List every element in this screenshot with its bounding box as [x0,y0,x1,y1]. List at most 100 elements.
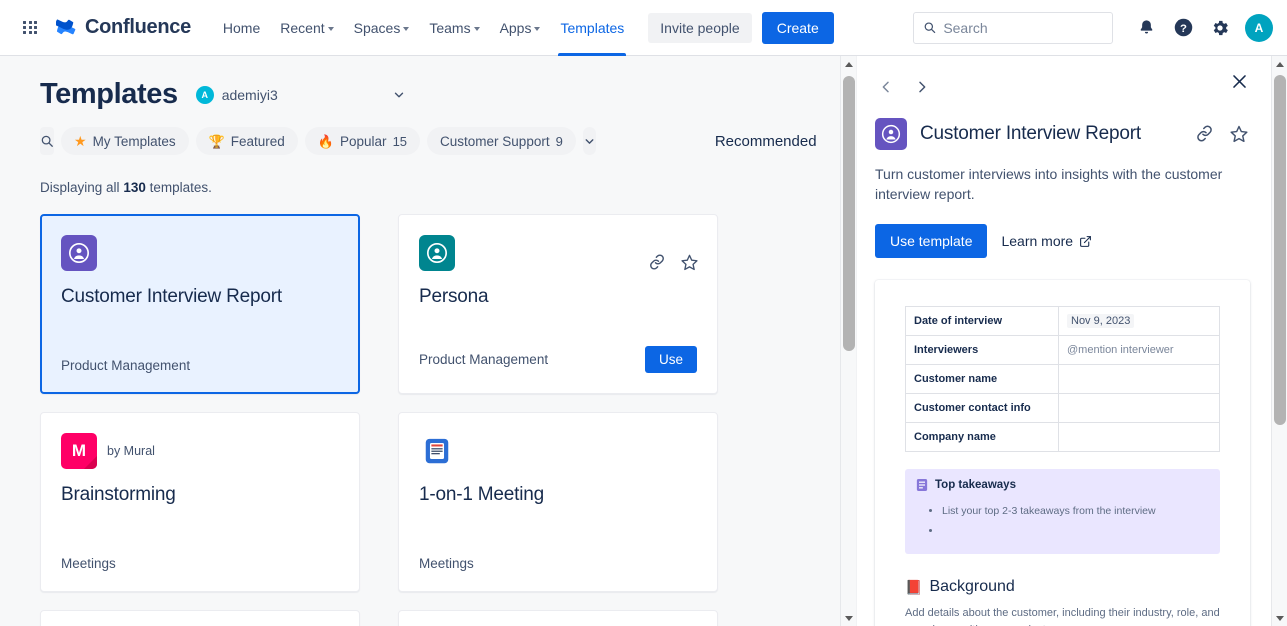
confluence-home-link[interactable]: Confluence [56,16,191,39]
date-chip: Nov 9, 2023 [1067,314,1135,328]
filter-chip-featured-label: Featured [230,133,285,149]
preview-row-key: Date of interview [905,306,1059,336]
template-card-customer-interview-report[interactable]: Customer Interview Report Product Manage… [40,214,360,394]
card-icon-row [419,433,697,469]
note-panel-icon [916,479,928,491]
card-footer: Product Management [61,358,339,373]
takeaways-list: List your top 2-3 takeaways from the int… [942,501,1209,541]
card-footer: Product Management Use [419,346,697,373]
template-preview-document: Date of interview Nov 9, 2023 Interviewe… [875,280,1250,626]
table-row: Date of interview Nov 9, 2023 [905,306,1220,336]
close-panel-button[interactable] [1230,72,1249,91]
person-avatar-icon [427,243,447,263]
nav-item-apps[interactable]: Apps [490,0,551,56]
create-button[interactable]: Create [761,11,834,44]
nav-item-teams[interactable]: Teams [419,0,489,56]
filter-chip-popular[interactable]: 🔥 Popular 15 [304,127,421,155]
scroll-down-arrow[interactable] [841,610,857,626]
nav-item-spaces[interactable]: Spaces [344,0,420,56]
nav-item-apps-label: Apps [499,19,532,36]
nav-item-teams-label: Teams [429,19,471,36]
help-button[interactable]: ? [1167,12,1199,44]
global-search[interactable] [913,11,1113,44]
nav-right-tools: ? A [913,11,1273,44]
templates-list-scrollbar[interactable] [840,56,856,626]
scrollbar-thumb[interactable] [1273,75,1286,425]
sort-dropdown[interactable]: Recommended [715,133,840,150]
app-switcher-button[interactable] [16,14,44,42]
use-template-button[interactable]: Use [644,346,697,373]
scroll-down-arrow[interactable] [1272,610,1287,626]
mention-placeholder: @mention interviewer [1067,344,1174,356]
card-quick-actions [648,253,699,272]
user-avatar[interactable]: A [1245,13,1273,42]
filter-chip-my-templates[interactable]: ★ My Templates [61,127,189,155]
nav-item-recent[interactable]: Recent [270,0,343,56]
card-title: Brainstorming [61,484,176,505]
results-count-value: 130 [123,180,146,195]
table-row: Company name [905,422,1220,452]
search-input[interactable] [943,19,1103,36]
learn-more-link[interactable]: Learn more [1001,233,1092,249]
detail-panel-scrollbar[interactable] [1271,56,1287,626]
preview-row-value: @mention interviewer [1058,335,1220,365]
filter-chip-customer-support-count: 9 [555,133,563,149]
scroll-up-arrow[interactable] [841,56,857,72]
scroll-up-arrow[interactable] [1272,56,1287,72]
table-row: Interviewers @mention interviewer [905,335,1220,365]
template-card-partial-row[interactable] [40,610,360,626]
template-card-brainstorming[interactable]: M by Mural Brainstorming Meetings [40,412,360,592]
detail-quick-actions [1195,124,1249,144]
nav-item-home[interactable]: Home [213,0,270,56]
template-icon-tile [875,118,907,150]
templates-list-pane: Templates A ademiyi3 ★ My Templates 🏆 Fe… [0,56,840,626]
filter-chip-my-templates-label: My Templates [92,133,176,149]
filter-chip-featured[interactable]: 🏆 Featured [195,127,298,155]
global-navigation-bar: Confluence Home Recent Spaces Teams Apps… [0,0,1287,56]
invite-people-button[interactable]: Invite people [648,12,752,43]
filter-chip-more-button[interactable] [582,127,596,155]
chevron-down-icon [473,26,480,31]
use-template-button[interactable]: Use template [875,224,988,258]
card-title: Customer Interview Report [61,286,282,307]
template-card-persona[interactable]: Persona Product Management Use [398,214,718,394]
chevron-down-icon [327,26,334,31]
preview-row-key: Customer contact info [905,393,1059,423]
card-title: 1-on-1 Meeting [419,484,544,505]
scrollbar-thumb[interactable] [842,76,855,351]
next-template-button[interactable] [911,76,933,98]
notifications-button[interactable] [1130,12,1162,44]
detail-panel-header: Customer Interview Report [875,118,1249,150]
copy-link-icon[interactable] [648,253,666,272]
filter-chip-customer-support[interactable]: Customer Support 9 [427,127,576,155]
svg-text:?: ? [1180,23,1187,35]
nav-item-recent-label: Recent [280,19,325,36]
panel-title: Top takeaways [935,479,1016,491]
space-selector[interactable]: A ademiyi3 [195,85,278,104]
nav-links: Home Recent Spaces Teams Apps Templates [213,0,634,56]
scrollbar-track[interactable] [841,72,857,610]
favorite-star-icon[interactable] [680,253,699,272]
previous-template-button[interactable] [875,76,897,98]
filter-chip-customer-support-label: Customer Support [440,133,550,149]
template-card-partial-row[interactable] [398,610,718,626]
favorite-star-icon[interactable] [1229,124,1249,144]
template-card-grid: Customer Interview Report Product Manage… [40,214,800,626]
close-icon [1233,75,1246,88]
scrollbar-track[interactable] [1272,72,1287,610]
filter-search-button[interactable] [40,127,54,155]
list-item [942,521,1209,541]
detail-panel-navigation [875,72,1249,102]
template-detail-panel: Customer Interview Report Turn customer … [856,56,1271,626]
background-body-text: Add details about the customer, includin… [905,607,1220,626]
nav-item-templates[interactable]: Templates [550,0,634,56]
space-selector-chevron[interactable] [392,88,406,102]
preview-row-key: Customer name [905,364,1059,394]
filter-bar: ★ My Templates 🏆 Featured 🔥 Popular 15 C… [40,127,840,155]
background-heading: Background [929,578,1015,595]
panel-header: Top takeaways [916,478,1209,492]
template-card-one-on-one-meeting[interactable]: 1-on-1 Meeting Meetings [398,412,718,592]
settings-button[interactable] [1204,12,1236,44]
copy-link-icon[interactable] [1195,124,1214,144]
triangle-down-icon [1275,615,1284,621]
